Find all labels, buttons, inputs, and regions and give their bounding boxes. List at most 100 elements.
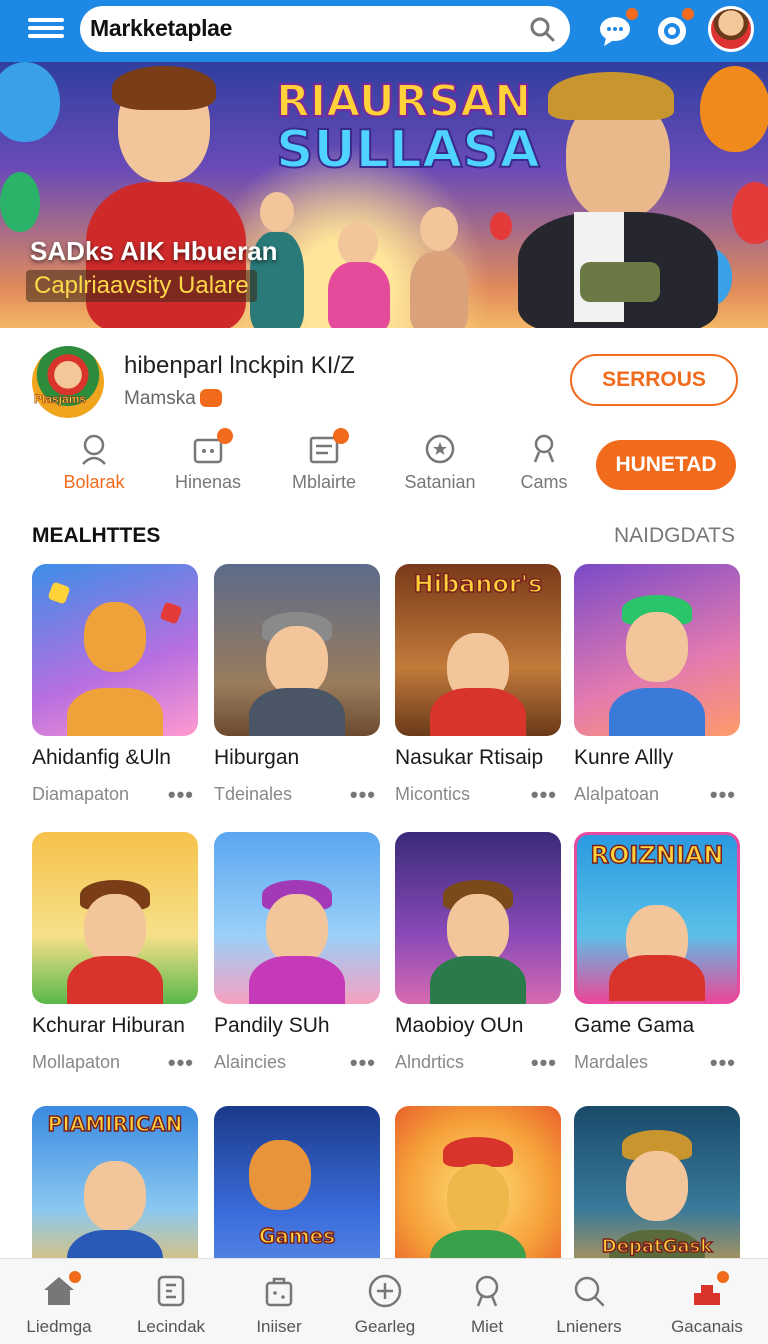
search-icon[interactable] bbox=[528, 15, 556, 43]
app-category: Alndrtics bbox=[395, 1052, 465, 1072]
character-face bbox=[626, 1150, 688, 1221]
tab-badge bbox=[333, 428, 349, 444]
section-more-link[interactable]: NAIDGDATS bbox=[614, 524, 735, 548]
tab-satanian[interactable]: Satanian bbox=[390, 432, 490, 493]
app-card[interactable]: Hibanor's Nasukar Rtisaip Micontics ••• bbox=[395, 564, 561, 808]
character-hair bbox=[112, 66, 216, 110]
chat-bubble-icon[interactable] bbox=[596, 6, 640, 50]
more-options-icon[interactable]: ••• bbox=[710, 782, 736, 808]
tab-hinenas[interactable]: Hinenas bbox=[158, 428, 258, 493]
app-card[interactable]: Ahidanfig &Uln Diamapaton ••• bbox=[32, 564, 198, 808]
character-body bbox=[410, 252, 468, 328]
balloon-shape bbox=[490, 212, 512, 240]
nav-item-gearleg[interactable]: Gearleg bbox=[330, 1273, 440, 1337]
nav-label: Miet bbox=[470, 1317, 504, 1336]
app-card[interactable]: Kunre Allly Alalpatoan ••• bbox=[574, 564, 740, 808]
thumbnail-title: Hibanor's bbox=[413, 569, 543, 599]
toy-blaster bbox=[580, 262, 660, 302]
character-body bbox=[609, 954, 705, 1001]
chat-badge bbox=[624, 6, 640, 22]
tab-badge bbox=[217, 428, 233, 444]
more-options-icon[interactable]: ••• bbox=[350, 782, 376, 808]
app-card[interactable]: Games bbox=[214, 1106, 380, 1278]
nav-item-miet[interactable]: Miet bbox=[432, 1273, 542, 1337]
app-card[interactable] bbox=[395, 1106, 561, 1278]
more-options-icon[interactable]: ••• bbox=[350, 1050, 376, 1076]
gift-icon bbox=[689, 1269, 731, 1309]
tab-cams[interactable]: Cams bbox=[494, 432, 594, 493]
bookmark-icon bbox=[153, 1273, 189, 1309]
hamburger-icon[interactable] bbox=[28, 14, 64, 44]
more-options-icon[interactable]: ••• bbox=[168, 782, 194, 808]
app-category: Alalpatoan bbox=[574, 784, 660, 804]
nav-label: Iniiser bbox=[256, 1317, 302, 1336]
banner-subtitle: Caplriaavsity Ualare bbox=[26, 270, 257, 302]
nav-item-liedmga[interactable]: Liedmga bbox=[4, 1269, 114, 1337]
nav-item-iniiser[interactable]: Iniiser bbox=[224, 1273, 334, 1337]
serrous-button[interactable]: SERROUS bbox=[570, 354, 738, 406]
thumbnail-title: DepatGask bbox=[601, 1235, 713, 1258]
confetti-shape bbox=[47, 581, 71, 605]
app-card[interactable]: Pandily SUh Alaincies ••• bbox=[214, 832, 380, 1076]
character-cap bbox=[548, 72, 674, 120]
tab-label: Bolarak bbox=[63, 472, 125, 492]
character-face bbox=[338, 222, 378, 266]
nav-item-lnieners[interactable]: Lnieners bbox=[534, 1273, 644, 1337]
app-name: Kchurar Hiburan bbox=[32, 1014, 185, 1037]
banner-logo-line1: RIAURSAN bbox=[275, 76, 532, 127]
search-bar[interactable]: Markketaplae bbox=[80, 6, 570, 52]
tab-bolarak[interactable]: Bolarak bbox=[44, 432, 144, 493]
app-name: Maobioy OUn bbox=[395, 1014, 524, 1037]
nav-label: Liedmga bbox=[26, 1317, 92, 1336]
more-options-icon[interactable]: ••• bbox=[710, 1050, 736, 1076]
tab-label: Cams bbox=[520, 472, 568, 492]
app-developer[interactable]: Mamska bbox=[124, 388, 196, 410]
app-name: Game Gama bbox=[574, 1014, 695, 1037]
banner-logo: RIAURSAN SULLASA bbox=[275, 76, 541, 178]
app-name: Ahidanfig &Uln bbox=[32, 746, 171, 769]
more-options-icon[interactable]: ••• bbox=[531, 782, 557, 808]
app-category: Alaincies bbox=[214, 1052, 287, 1072]
brand-name: Markketaplae bbox=[90, 15, 233, 41]
character-face bbox=[626, 612, 688, 683]
home-icon bbox=[41, 1269, 83, 1309]
section-title: MEALHTTES bbox=[32, 524, 161, 547]
more-options-icon[interactable]: ••• bbox=[531, 1050, 557, 1076]
hunetad-button[interactable]: HUNETAD bbox=[596, 440, 736, 490]
app-thumbnail: Hibanor's bbox=[395, 564, 561, 736]
app-thumbnail bbox=[395, 1106, 561, 1278]
tab-mblairte[interactable]: Mblairte bbox=[274, 428, 374, 493]
thumbnail-title: ROIZNIAN bbox=[590, 840, 724, 870]
app-card[interactable]: ROIZNIAN Game Gama Mardales ••• bbox=[574, 832, 740, 1076]
app-card[interactable]: DepatGask bbox=[574, 1106, 740, 1278]
app-name: Hiburgan bbox=[214, 746, 300, 769]
character-body bbox=[328, 262, 390, 328]
banner-title: SADks AIK Hbueran bbox=[30, 236, 278, 266]
app-card[interactable]: Maobioy OUn Alndrtics ••• bbox=[395, 832, 561, 1076]
character-face bbox=[260, 192, 294, 232]
character-body bbox=[67, 955, 163, 1004]
nav-item-gacanais[interactable]: Gacanais bbox=[652, 1269, 762, 1337]
app-category: Tdeinales bbox=[214, 784, 293, 804]
character-body bbox=[249, 687, 345, 736]
nav-item-lecindak[interactable]: Lecindak bbox=[116, 1273, 226, 1337]
character-body bbox=[430, 687, 526, 736]
user-icon bbox=[77, 432, 111, 466]
app-card[interactable]: Kchurar Hiburan Mollapaton ••• bbox=[32, 832, 198, 1076]
app-thumbnail: DepatGask bbox=[574, 1106, 740, 1278]
app-card[interactable]: Hiburgan Tdeinales ••• bbox=[214, 564, 380, 808]
notification-icon[interactable] bbox=[652, 6, 696, 50]
verified-badge-icon bbox=[200, 389, 222, 407]
hero-banner[interactable]: RIAURSAN SULLASA SADks AIK Hbueran Caplr… bbox=[0, 62, 768, 328]
app-thumbnail bbox=[32, 564, 198, 736]
app-category: Mollapaton bbox=[32, 1052, 121, 1072]
character-face bbox=[266, 625, 328, 696]
nav-label: Gacanais bbox=[671, 1317, 743, 1336]
app-logo-text: Plasjams bbox=[34, 392, 87, 407]
tab-label: Mblairte bbox=[291, 472, 357, 492]
avatar[interactable] bbox=[708, 6, 754, 52]
nav-label: Gearleg bbox=[354, 1317, 416, 1336]
more-options-icon[interactable]: ••• bbox=[168, 1050, 194, 1076]
app-card[interactable]: PIAMIRICAN bbox=[32, 1106, 198, 1278]
tab-label: Hinenas bbox=[174, 472, 242, 492]
